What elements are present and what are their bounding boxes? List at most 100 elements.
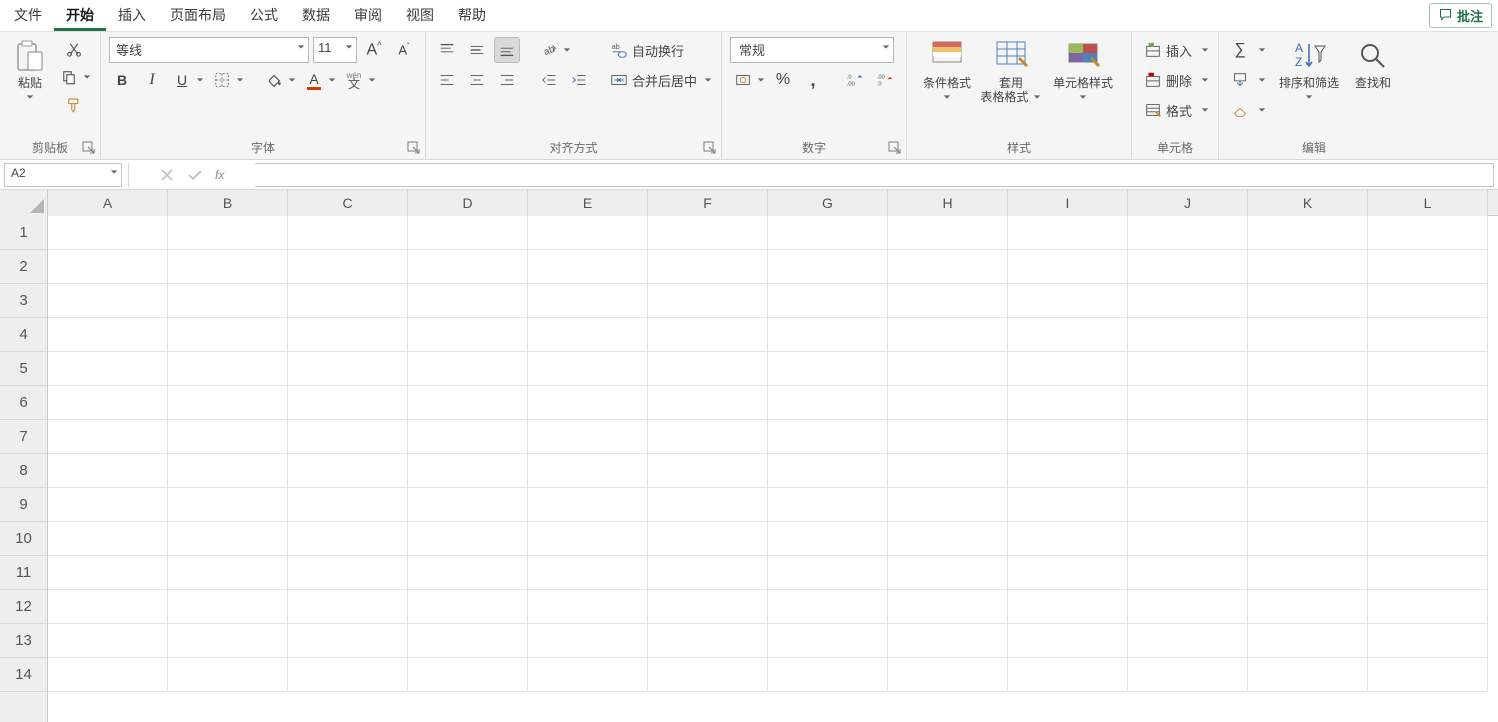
- fill-button[interactable]: [1227, 67, 1253, 93]
- cell[interactable]: [1128, 250, 1248, 284]
- accounting-format-button[interactable]: [730, 67, 756, 93]
- column-header[interactable]: K: [1248, 190, 1368, 216]
- font-color-button[interactable]: A: [301, 67, 327, 93]
- cell[interactable]: [408, 556, 528, 590]
- column-header[interactable]: L: [1368, 190, 1488, 216]
- cell[interactable]: [48, 556, 168, 590]
- cell[interactable]: [648, 284, 768, 318]
- column-header[interactable]: J: [1128, 190, 1248, 216]
- fill-color-button[interactable]: [261, 67, 287, 93]
- cell[interactable]: [768, 454, 888, 488]
- cell[interactable]: [1008, 488, 1128, 522]
- row-header[interactable]: 8: [0, 454, 47, 488]
- cell[interactable]: [168, 420, 288, 454]
- cell[interactable]: [1128, 624, 1248, 658]
- chevron-down-icon[interactable]: [562, 45, 572, 55]
- cell[interactable]: [288, 420, 408, 454]
- cell[interactable]: [528, 216, 648, 250]
- cut-button[interactable]: [56, 36, 92, 62]
- chevron-down-icon[interactable]: [756, 75, 766, 85]
- cell[interactable]: [288, 386, 408, 420]
- dialog-launcher-font[interactable]: [407, 141, 421, 155]
- cell[interactable]: [168, 284, 288, 318]
- cell[interactable]: [288, 624, 408, 658]
- cell[interactable]: [168, 488, 288, 522]
- cell[interactable]: [1128, 658, 1248, 692]
- row-header[interactable]: 3: [0, 284, 47, 318]
- row-header[interactable]: 4: [0, 318, 47, 352]
- cell[interactable]: [1248, 284, 1368, 318]
- cell[interactable]: [408, 522, 528, 556]
- chevron-down-icon[interactable]: [235, 75, 245, 85]
- chevron-down-icon[interactable]: [195, 75, 205, 85]
- chevron-down-icon[interactable]: [82, 72, 92, 82]
- tab-help[interactable]: 帮助: [446, 0, 498, 31]
- cell[interactable]: [48, 284, 168, 318]
- cell[interactable]: [1008, 284, 1128, 318]
- row-header[interactable]: 13: [0, 624, 47, 658]
- font-name-select[interactable]: 等线: [109, 37, 309, 63]
- orientation-button[interactable]: ab: [536, 37, 562, 63]
- row-header[interactable]: 1: [0, 216, 47, 250]
- wrap-text-button[interactable]: ab 自动换行: [604, 37, 690, 63]
- cell[interactable]: [408, 624, 528, 658]
- cell[interactable]: [1248, 556, 1368, 590]
- cell[interactable]: [48, 522, 168, 556]
- cell[interactable]: [168, 522, 288, 556]
- cell[interactable]: [1008, 318, 1128, 352]
- cell[interactable]: [408, 352, 528, 386]
- tab-insert[interactable]: 插入: [106, 0, 158, 31]
- cell[interactable]: [408, 250, 528, 284]
- cell[interactable]: [768, 522, 888, 556]
- cell[interactable]: [888, 590, 1008, 624]
- phonetic-guide-button[interactable]: wén 文: [341, 67, 367, 93]
- cell[interactable]: [1368, 250, 1488, 284]
- cell[interactable]: [1368, 420, 1488, 454]
- cells-area[interactable]: [48, 216, 1498, 722]
- cell[interactable]: [648, 658, 768, 692]
- cell[interactable]: [1008, 522, 1128, 556]
- cell[interactable]: [168, 556, 288, 590]
- cell[interactable]: [528, 658, 648, 692]
- decrease-indent-button[interactable]: [536, 67, 562, 93]
- format-painter-button[interactable]: [56, 92, 92, 118]
- tab-review[interactable]: 审阅: [342, 0, 394, 31]
- name-box[interactable]: A2: [4, 163, 122, 187]
- cell[interactable]: [48, 318, 168, 352]
- cell[interactable]: [1248, 352, 1368, 386]
- cell[interactable]: [48, 658, 168, 692]
- cell[interactable]: [48, 352, 168, 386]
- cell[interactable]: [288, 352, 408, 386]
- cell[interactable]: [1248, 590, 1368, 624]
- cell[interactable]: [528, 352, 648, 386]
- chevron-down-icon[interactable]: [1257, 105, 1267, 115]
- autosum-button[interactable]: ∑: [1227, 37, 1253, 63]
- increase-indent-button[interactable]: [566, 67, 592, 93]
- cancel-icon[interactable]: [158, 166, 176, 184]
- cell[interactable]: [1008, 420, 1128, 454]
- cell[interactable]: [1008, 250, 1128, 284]
- cell[interactable]: [1368, 386, 1488, 420]
- cell-styles-button[interactable]: 单元格样式: [1043, 36, 1123, 128]
- dialog-launcher-number[interactable]: [888, 141, 902, 155]
- tab-formulas[interactable]: 公式: [238, 0, 290, 31]
- cell[interactable]: [1248, 420, 1368, 454]
- cell[interactable]: [48, 590, 168, 624]
- chevron-down-icon[interactable]: [1257, 75, 1267, 85]
- row-header[interactable]: 7: [0, 420, 47, 454]
- cell[interactable]: [408, 420, 528, 454]
- cell[interactable]: [1128, 420, 1248, 454]
- find-select-button[interactable]: 查找和: [1345, 36, 1401, 128]
- cell[interactable]: [888, 420, 1008, 454]
- cell[interactable]: [1128, 454, 1248, 488]
- cell[interactable]: [1008, 352, 1128, 386]
- cell[interactable]: [48, 250, 168, 284]
- tab-data[interactable]: 数据: [290, 0, 342, 31]
- cell[interactable]: [1128, 522, 1248, 556]
- cell[interactable]: [408, 658, 528, 692]
- cell[interactable]: [648, 318, 768, 352]
- cell[interactable]: [648, 420, 768, 454]
- cell[interactable]: [408, 590, 528, 624]
- copy-button[interactable]: [56, 64, 82, 90]
- cell[interactable]: [648, 250, 768, 284]
